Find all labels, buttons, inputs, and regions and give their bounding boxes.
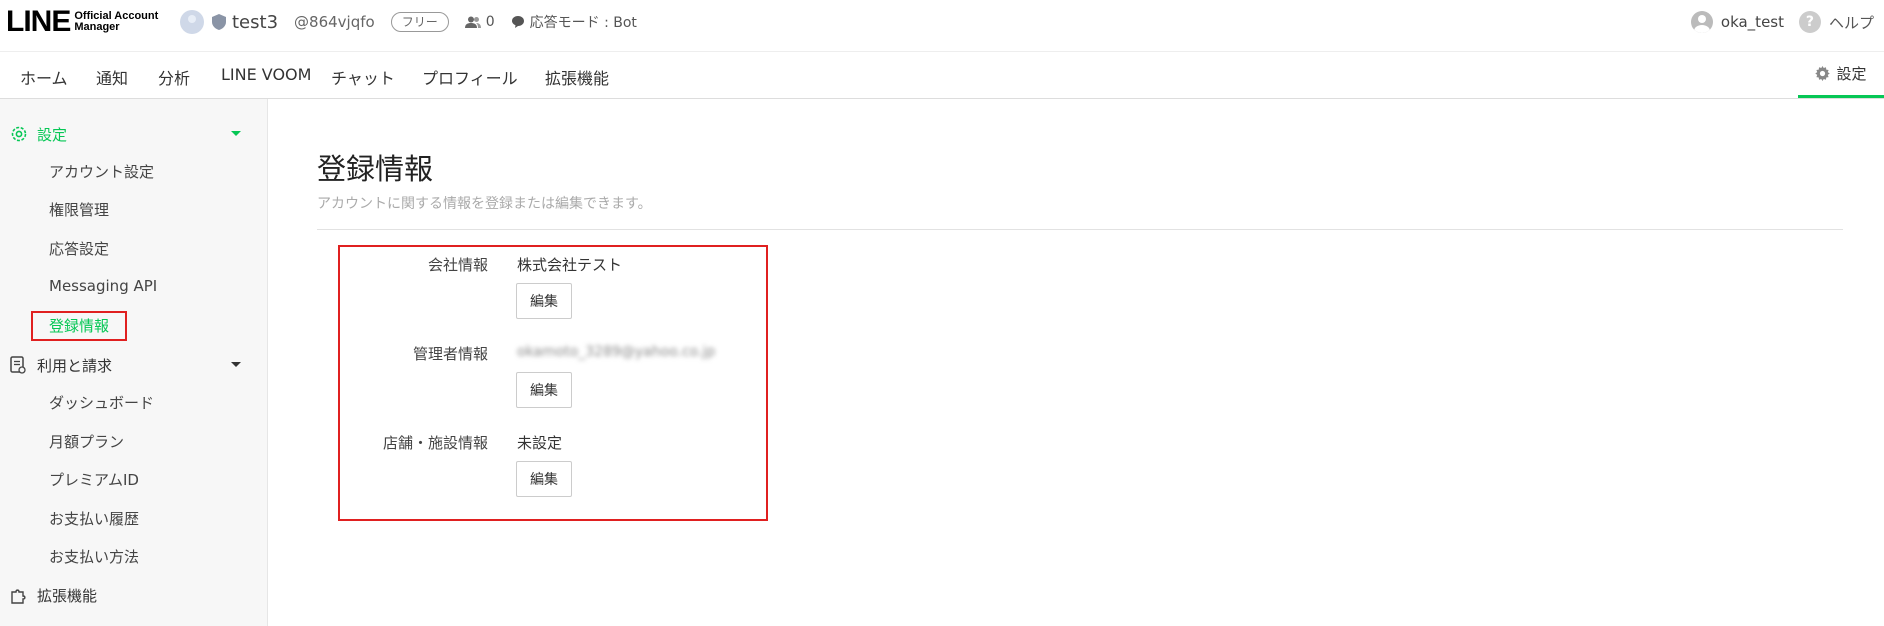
- main-nav: ホーム 通知 分析 LINE VOOM チャット プロフィール 拡張機能 設定: [0, 52, 1884, 99]
- sidebar: 設定 アカウント設定 権限管理 応答設定 Messaging API 登録情報 …: [0, 99, 268, 626]
- tab-chat[interactable]: チャット: [331, 65, 395, 89]
- caret-down-icon: [231, 131, 241, 136]
- account-switcher[interactable]: test3 @864vjqfo フリー 0 応答モード : Bot: [180, 10, 637, 34]
- tab-line-voom[interactable]: LINE VOOM: [221, 65, 311, 84]
- sidebar-group-settings[interactable]: 設定: [0, 116, 268, 152]
- puzzle-icon: [11, 589, 26, 604]
- user-avatar-icon: [1690, 11, 1713, 33]
- tab-analytics[interactable]: 分析: [158, 65, 190, 89]
- company-info-value: 株式会社テスト: [517, 256, 623, 274]
- account-id: @864vjqfo: [294, 13, 375, 31]
- user-name: oka_test: [1720, 13, 1784, 31]
- sidebar-group-label: 拡張機能: [37, 586, 98, 605]
- help-link[interactable]: ? ヘルプ: [1798, 11, 1874, 33]
- logo-text: LINE: [6, 5, 71, 38]
- sidebar-group-billing[interactable]: 利用と請求: [0, 347, 268, 383]
- sidebar-group-extensions[interactable]: 拡張機能: [0, 577, 268, 613]
- highlight-box: [31, 311, 127, 341]
- sidebar-item-monthly-plan[interactable]: 月額プラン: [49, 431, 124, 452]
- store-info-value: 未設定: [517, 434, 563, 452]
- account-avatar: [180, 10, 204, 34]
- document-icon: [10, 356, 26, 374]
- tab-profile[interactable]: プロフィール: [422, 65, 518, 89]
- sidebar-item-premium-id[interactable]: プレミアムID: [49, 469, 139, 490]
- sidebar-item-messaging-api[interactable]: Messaging API: [49, 277, 157, 295]
- sidebar-item-payment-method[interactable]: お支払い方法: [49, 546, 139, 567]
- top-bar: LINE Official Account Manager test3 @864…: [0, 0, 1884, 52]
- sidebar-item-dashboard[interactable]: ダッシュボード: [49, 392, 154, 413]
- edit-admin-button[interactable]: 編集: [516, 372, 572, 408]
- chat-bubble-icon: [511, 16, 524, 28]
- user-menu[interactable]: oka_test: [1690, 11, 1784, 33]
- admin-info-label: 管理者情報: [412, 345, 488, 363]
- help-icon: ?: [1798, 11, 1821, 33]
- main-content: 登録情報 アカウントに関する情報を登録または編集できます。 会社情報 株式会社テ…: [268, 99, 1884, 626]
- admin-info-value: okamoto_3289@yahoo.co.jp: [517, 344, 716, 360]
- divider: [317, 229, 1843, 230]
- sidebar-item-payment-history[interactable]: お支払い履歴: [49, 508, 139, 529]
- friends-count: 0: [464, 14, 495, 30]
- sidebar-item-response-settings[interactable]: 応答設定: [49, 238, 109, 259]
- plan-badge: フリー: [390, 12, 449, 32]
- sidebar-group-label: 利用と請求: [37, 356, 113, 375]
- sidebar-group-label: 設定: [37, 125, 68, 144]
- sidebar-item-permissions[interactable]: 権限管理: [49, 199, 109, 220]
- caret-down-icon: [231, 362, 241, 367]
- tab-extensions[interactable]: 拡張機能: [545, 65, 609, 89]
- tab-notifications[interactable]: 通知: [96, 65, 128, 89]
- page-description: アカウントに関する情報を登録または編集できます。: [317, 196, 652, 212]
- shield-icon: [212, 14, 226, 30]
- logo-subtitle: Official Account Manager: [74, 10, 159, 33]
- gear-icon: [1815, 66, 1831, 81]
- store-info-label: 店舗・施設情報: [382, 434, 488, 452]
- edit-store-button[interactable]: 編集: [516, 461, 572, 497]
- tab-settings[interactable]: 設定: [1798, 52, 1884, 98]
- page-title: 登録情報: [317, 152, 434, 186]
- sidebar-item-account-settings[interactable]: アカウント設定: [49, 161, 154, 182]
- help-label: ヘルプ: [1828, 13, 1874, 32]
- account-name: test3: [232, 11, 279, 33]
- tab-home[interactable]: ホーム: [20, 65, 68, 89]
- response-mode[interactable]: 応答モード : Bot: [511, 12, 637, 32]
- company-info-label: 会社情報: [427, 256, 488, 274]
- line-oam-logo[interactable]: LINE Official Account Manager: [6, 7, 158, 37]
- edit-company-button[interactable]: 編集: [516, 283, 572, 319]
- people-icon: [464, 16, 481, 28]
- settings-gear-icon: [11, 126, 27, 142]
